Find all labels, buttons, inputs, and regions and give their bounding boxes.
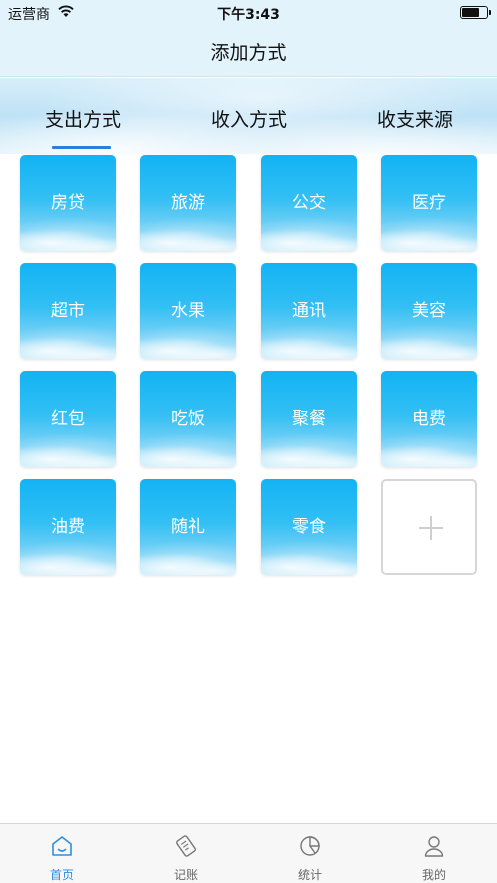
add-category-button[interactable] xyxy=(381,479,477,575)
category-tile[interactable]: 公交 xyxy=(261,155,357,251)
bottom-tab-label: 统计 xyxy=(297,868,322,882)
tab-bar: 支出方式 收入方式 收支来源 xyxy=(0,78,497,154)
category-tile[interactable]: 吃饭 xyxy=(140,371,236,467)
category-tile[interactable]: 红包 xyxy=(20,371,116,467)
tab-source[interactable]: 收支来源 xyxy=(332,78,497,154)
category-tile[interactable]: 零食 xyxy=(261,479,357,575)
category-tile[interactable]: 医疗 xyxy=(381,155,477,251)
pie-chart-icon xyxy=(300,836,320,856)
user-icon xyxy=(424,836,444,857)
category-tile[interactable]: 水果 xyxy=(140,263,236,359)
battery-icon xyxy=(460,6,491,19)
bottom-tab-bar: 首页 记账 统计 我的 xyxy=(0,823,497,883)
page-title: 添加方式 xyxy=(210,42,287,64)
nav-header: 添加方式 xyxy=(0,24,497,77)
bottom-tab-label: 记账 xyxy=(173,868,198,882)
tab-active-indicator xyxy=(52,146,111,149)
bottom-tab-mine[interactable]: 我的 xyxy=(372,824,496,883)
clock: 下午3:43 xyxy=(217,7,280,23)
category-tile[interactable]: 随礼 xyxy=(140,479,236,575)
category-tile[interactable]: 电费 xyxy=(381,371,477,467)
bottom-tab-statistics[interactable]: 统计 xyxy=(248,824,372,883)
bottom-tab-label: 我的 xyxy=(421,868,446,882)
category-tile[interactable]: 房贷 xyxy=(20,155,116,251)
tab-expense[interactable]: 支出方式 xyxy=(0,78,166,154)
bottom-tab-home[interactable]: 首页 xyxy=(0,824,124,883)
category-tile[interactable]: 旅游 xyxy=(140,155,236,251)
status-bar: 运营商 下午3:43 xyxy=(0,0,497,24)
tab-income[interactable]: 收入方式 xyxy=(166,78,332,154)
bottom-tab-label: 首页 xyxy=(49,868,74,882)
category-tile[interactable]: 通讯 xyxy=(261,263,357,359)
note-icon xyxy=(176,835,196,857)
category-tile[interactable]: 美容 xyxy=(381,263,477,359)
bottom-tab-bookkeeping[interactable]: 记账 xyxy=(124,824,248,883)
home-icon xyxy=(52,836,72,856)
category-tile[interactable]: 超市 xyxy=(20,263,116,359)
category-tile[interactable]: 聚餐 xyxy=(261,371,357,467)
category-tile[interactable]: 油费 xyxy=(20,479,116,575)
